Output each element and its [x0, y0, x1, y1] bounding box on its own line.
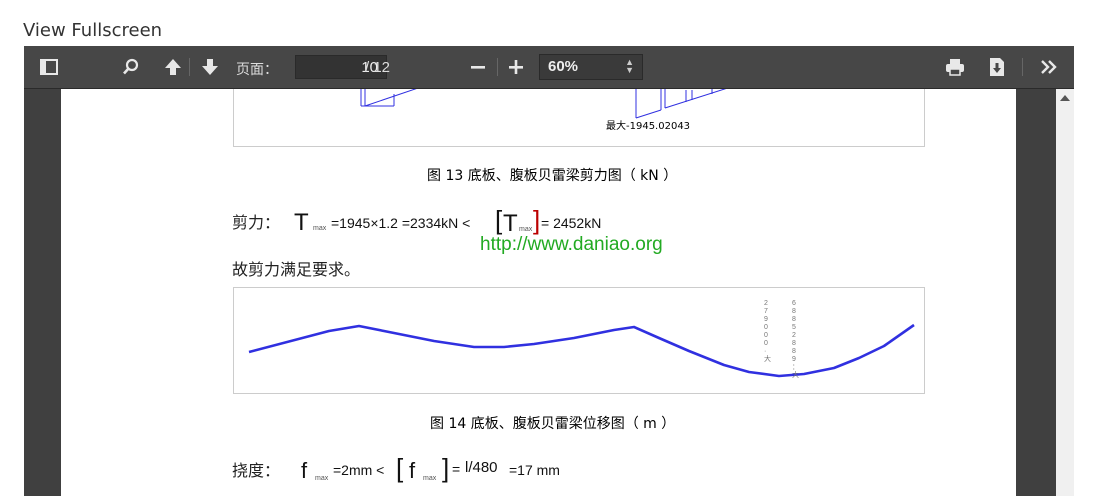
- deflection-allowable-fraction: l/480: [465, 459, 498, 476]
- view-fullscreen-link[interactable]: View Fullscreen: [23, 20, 162, 41]
- watermark-url: http://www.daniao.org: [480, 234, 663, 255]
- deflection-allowable-value: =17 mm: [509, 462, 560, 478]
- printer-icon: [946, 59, 964, 76]
- deflection-symbol: f: [301, 458, 308, 483]
- shear-max-label: 最大-1945.02043: [606, 121, 691, 132]
- pdf-page: 最大-1945.02043 图 13 底板、腹板贝雷梁剪力图（ kN ） 剪力：…: [61, 89, 1016, 496]
- plus-icon: [509, 60, 523, 74]
- sidebar-icon: [40, 59, 58, 75]
- zoom-out-button[interactable]: [465, 54, 491, 80]
- deflection-bracket-open: [: [396, 453, 404, 483]
- previous-page-button[interactable]: [160, 54, 186, 80]
- arrow-up-icon: [165, 59, 181, 75]
- print-button[interactable]: [942, 54, 968, 80]
- shear-symbol: T: [294, 209, 309, 236]
- zoom-in-button[interactable]: [503, 54, 529, 80]
- document-area[interactable]: 最大-1945.02043 图 13 底板、腹板贝雷梁剪力图（ kN ） 剪力：…: [24, 89, 1074, 496]
- deflection-allow-symbol: f: [409, 458, 416, 483]
- shear-diagram-figure: 最大-1945.02043: [233, 89, 925, 147]
- deflection-bracket-close: ]: [442, 453, 450, 483]
- shear-conclusion: 故剪力满足要求。: [232, 260, 361, 279]
- pdf-toolbar: 页面： 10 / 12 60% ▲ ▼: [24, 46, 1074, 89]
- toolbar-divider: [189, 58, 190, 76]
- next-page-button[interactable]: [197, 54, 223, 80]
- sidebar-toggle-button[interactable]: [36, 54, 62, 80]
- shear-label: 剪力：: [232, 213, 281, 232]
- deflection-allow-subscript: max: [423, 475, 437, 482]
- pdf-viewer: 页面： 10 / 12 60% ▲ ▼ 最大-1945.02043 图 13 底…: [24, 46, 1074, 496]
- page-label: 页面：: [236, 61, 278, 77]
- toolbar-divider: [497, 58, 498, 76]
- select-arrows-icon: ▲ ▼: [625, 57, 634, 75]
- scroll-up-icon[interactable]: [1060, 95, 1070, 101]
- figure-14-caption: 图 14 底板、腹板贝雷梁位移图（ m ）: [430, 416, 676, 432]
- download-icon: [990, 58, 1004, 76]
- shear-expression: =1945×1.2 =2334kN <: [331, 215, 471, 231]
- arrow-down-icon: [202, 59, 218, 75]
- deflection-vertical-label-2: 6 8 8 5 2 8 8 9 ： 大: [792, 300, 799, 379]
- deflection-equals: =: [452, 461, 461, 477]
- tools-menu-button[interactable]: [1036, 54, 1062, 80]
- figure-13-caption: 图 13 底板、腹板贝雷梁剪力图（ kN ）: [427, 168, 678, 184]
- zoom-value: 60%: [548, 58, 579, 75]
- download-button[interactable]: [984, 54, 1010, 80]
- shear-allowable-value: = 2452kN: [541, 215, 602, 231]
- double-chevron-right-icon: [1041, 60, 1057, 74]
- deflection-diagram-plot: [248, 323, 915, 378]
- deflection-max-subscript: max: [315, 475, 329, 482]
- deflection-expression: =2mm <: [333, 462, 385, 478]
- page-total: / 12: [365, 59, 391, 76]
- deflection-diagram-figure: 2 7 9 0 0 0 · 大 6 8 8 5 2 8 8 9 ： 大: [233, 287, 925, 394]
- deflection-vertical-label-1: 2 7 9 0 0 0 · 大: [764, 300, 771, 363]
- search-icon: [123, 58, 139, 75]
- shear-bracket-open: [: [495, 205, 503, 235]
- deflection-label: 挠度：: [232, 461, 281, 480]
- zoom-select[interactable]: 60% ▲ ▼: [539, 54, 643, 80]
- shear-diagram-plot: [360, 89, 727, 119]
- shear-allow-subscript: max: [519, 226, 533, 233]
- shear-bracket-close: ]: [533, 205, 541, 235]
- minus-icon: [471, 66, 485, 69]
- vertical-scrollbar[interactable]: [1056, 89, 1074, 496]
- toolbar-divider: [1022, 58, 1023, 76]
- shear-max-subscript: max: [313, 225, 327, 232]
- search-button[interactable]: [118, 54, 144, 80]
